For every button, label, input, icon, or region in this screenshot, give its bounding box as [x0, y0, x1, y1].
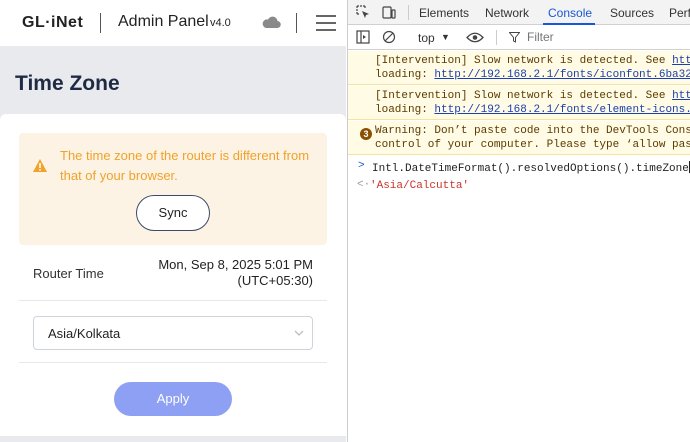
chevron-down-icon [294, 330, 304, 336]
result-arrow-icon: <· [357, 179, 371, 191]
timezone-selected-value: Asia/Kolkata [48, 326, 121, 341]
hamburger-menu-icon[interactable] [316, 14, 336, 32]
sync-button[interactable]: Sync [136, 195, 210, 231]
page-title: Time Zone [15, 72, 120, 95]
toolbar-divider [408, 5, 409, 20]
gl-inet-logo: GL·iNet [22, 14, 84, 31]
app-version: v4.0 [210, 17, 231, 29]
time-zone-card: The time zone of the router is different… [0, 114, 346, 436]
message-text: control of your computer. Please type ‘a… [375, 139, 690, 151]
alert-message: The time zone of the router is different… [60, 148, 310, 183]
tab-elements[interactable]: Elements [419, 6, 469, 20]
tab-performance[interactable]: Perf [669, 6, 690, 20]
message-link[interactable]: https: [672, 55, 690, 67]
console-toolbar: top ▼ [348, 25, 690, 50]
app-title: Admin Panel [118, 13, 209, 30]
router-admin-pane: GL·iNet Admin Panel v4.0 Time Zone The t… [0, 0, 346, 442]
devtools-tab-bar: Elements Network Console Sources Perf [348, 0, 690, 25]
tab-console[interactable]: Console [548, 6, 592, 20]
console-warning-message: [Intervention] Slow network is detected.… [348, 51, 690, 85]
divider [19, 300, 327, 301]
warning-count-badge: 3 [360, 128, 372, 140]
sidebar-toggle-icon[interactable] [356, 30, 370, 44]
device-toolbar-icon[interactable] [382, 5, 396, 19]
toolbar-divider [496, 30, 497, 45]
eye-icon[interactable] [466, 31, 484, 44]
message-text: loading: [375, 69, 435, 81]
chevron-right-icon: > [358, 160, 365, 172]
divider [19, 362, 327, 363]
inspect-element-icon[interactable] [356, 5, 370, 19]
devtools-pane: Elements Network Console Sources Perf to… [347, 0, 690, 442]
cloud-icon[interactable] [261, 14, 281, 30]
timezone-select[interactable]: Asia/Kolkata [33, 316, 313, 350]
router-time-date: Mon, Sep 8, 2025 5:01 PM [158, 257, 313, 272]
clear-console-icon[interactable] [382, 30, 396, 44]
message-text: Warning: Don’t paste code into the DevTo… [375, 125, 690, 137]
console-result: 'Asia/Calcutta' [370, 180, 470, 192]
apply-button[interactable]: Apply [114, 382, 232, 416]
message-text: [Intervention] Slow network is detected.… [375, 90, 673, 102]
header-divider [296, 13, 297, 33]
tab-sources[interactable]: Sources [610, 6, 654, 20]
top-bar: GL·iNet Admin Panel v4.0 [0, 0, 346, 46]
filter-icon [509, 32, 520, 43]
router-time-value: Mon, Sep 8, 2025 5:01 PM (UTC+05:30) [113, 257, 313, 289]
console-input-text: Intl.DateTimeFormat().resolvedOptions().… [372, 163, 689, 175]
message-text: [Intervention] Slow network is detected.… [375, 55, 673, 67]
context-selector[interactable]: top [418, 31, 435, 45]
caret-down-icon: ▼ [441, 32, 450, 42]
warning-triangle-icon [33, 159, 47, 172]
filter-input[interactable] [527, 30, 677, 44]
font-resource-link[interactable]: http://192.168.2.1/fonts/element-icons.5… [434, 104, 690, 116]
font-resource-link[interactable]: http://192.168.2.1/fonts/iconfont.6ba32f… [434, 69, 690, 81]
console-warning-message: [Intervention] Slow network is detected.… [348, 86, 690, 120]
screen: GL·iNet Admin Panel v4.0 Time Zone The t… [0, 0, 690, 442]
timezone-mismatch-alert: The time zone of the router is different… [19, 133, 327, 245]
console-input[interactable]: Intl.DateTimeFormat().resolvedOptions().… [372, 161, 690, 175]
tab-network[interactable]: Network [485, 6, 529, 20]
message-link[interactable]: https: [672, 90, 690, 102]
router-time-label: Router Time [33, 266, 104, 281]
router-time-offset: (UTC+05:30) [237, 273, 314, 288]
console-warning-message: 3 Warning: Don’t paste code into the Dev… [348, 121, 690, 155]
message-text: loading: [375, 104, 435, 116]
header-divider [100, 13, 101, 33]
